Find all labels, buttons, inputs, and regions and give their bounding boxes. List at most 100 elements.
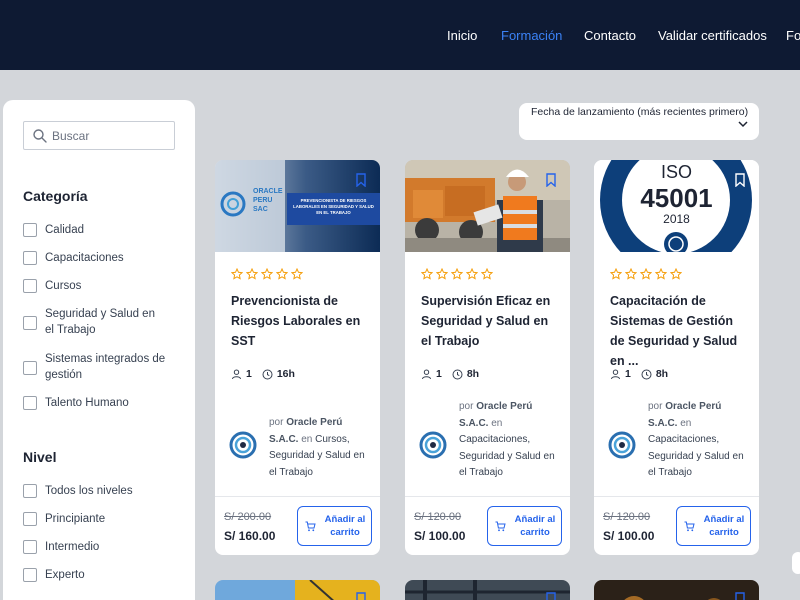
- course-card-partial[interactable]: [215, 580, 380, 600]
- category-sistemas-integrados[interactable]: Sistemas integrados de gestión: [23, 351, 183, 383]
- course-author-info: por Oracle Perú S.A.C. en Capacitaciones…: [459, 399, 559, 482]
- bookmark-icon[interactable]: [545, 173, 557, 187]
- star-icon: [640, 268, 652, 280]
- level-intermedio[interactable]: Intermedio: [23, 539, 183, 555]
- sort-select[interactable]: Fecha de lanzamiento (más recientes prim…: [519, 103, 759, 140]
- author-prefix: por: [459, 401, 474, 412]
- bookmark-icon[interactable]: [355, 173, 367, 187]
- add-to-cart-label: Añadir al carrito: [514, 514, 556, 538]
- star-icon: [610, 268, 622, 280]
- checkbox-label: Capacitaciones: [45, 252, 124, 264]
- add-to-cart-button[interactable]: Añadir al carrito: [676, 506, 751, 546]
- checkbox[interactable]: [23, 396, 37, 410]
- price-old: S/ 120.00: [414, 511, 462, 523]
- cart-icon: [684, 521, 695, 532]
- divider: [594, 496, 759, 497]
- bookmark-icon[interactable]: [734, 592, 746, 600]
- bookmark-icon[interactable]: [355, 592, 367, 600]
- duration: 16h: [276, 368, 295, 380]
- nav-validar-certificados[interactable]: Validar certificados: [658, 28, 767, 43]
- checkbox[interactable]: [23, 251, 37, 265]
- add-to-cart-button[interactable]: Añadir al carrito: [487, 506, 562, 546]
- in-word: en: [301, 433, 313, 445]
- checkbox[interactable]: [23, 279, 37, 293]
- course-card-partial[interactable]: [594, 580, 759, 600]
- level-title: Nivel: [23, 449, 57, 465]
- add-to-cart-button[interactable]: Añadir al carrito: [297, 506, 372, 546]
- rating-stars: [421, 268, 493, 280]
- nav-item-partial[interactable]: Fo: [786, 28, 800, 43]
- top-header: Inicio Formación Contacto Validar certif…: [0, 0, 800, 70]
- category-calidad[interactable]: Calidad: [23, 222, 183, 238]
- course-title[interactable]: Supervisión Eficaz en Seguridad y Salud …: [421, 291, 561, 351]
- star-icon: [246, 268, 258, 280]
- checkbox[interactable]: [23, 223, 37, 237]
- checkbox[interactable]: [23, 512, 37, 526]
- course-card[interactable]: Supervisión Eficaz en Seguridad y Salud …: [405, 160, 570, 555]
- filter-sidebar: Categoría Calidad Capacitaciones Cursos …: [3, 100, 195, 600]
- cart-icon: [305, 521, 316, 532]
- category-capacitaciones[interactable]: Capacitaciones: [23, 250, 183, 266]
- banner-brand-line2: PERU: [253, 197, 273, 204]
- org-logo-icon: [608, 431, 636, 459]
- star-icon: [231, 268, 243, 280]
- level-todos[interactable]: Todos los niveles: [23, 483, 183, 499]
- checkbox-label: Principiante: [45, 513, 106, 525]
- category-talento-humano[interactable]: Talento Humano: [23, 395, 183, 411]
- floating-side-button[interactable]: [792, 552, 800, 574]
- author-prefix: por: [269, 417, 284, 428]
- duration: 8h: [655, 368, 669, 380]
- star-icon: [276, 268, 288, 280]
- iso-badge-line2: 45001: [640, 183, 713, 213]
- category-seguridad-salud[interactable]: Seguridad y Salud en el Trabajo: [23, 306, 183, 338]
- price-new: S/ 100.00: [603, 529, 655, 543]
- category-cursos[interactable]: Cursos: [23, 278, 183, 294]
- user-icon: [232, 369, 241, 379]
- course-author-info: por Oracle Perú S.A.C. en Cursos, Seguri…: [269, 415, 369, 481]
- course-thumbnail[interactable]: ISO 45001 2018: [594, 160, 759, 252]
- nav-contacto[interactable]: Contacto: [584, 28, 636, 43]
- students-count: 1: [436, 368, 442, 380]
- checkbox[interactable]: [23, 568, 37, 582]
- checkbox-label: Talento Humano: [45, 397, 129, 409]
- bookmark-icon[interactable]: [545, 592, 557, 600]
- level-experto[interactable]: Experto: [23, 567, 183, 583]
- checkbox[interactable]: [23, 484, 37, 498]
- star-icon: [291, 268, 303, 280]
- course-card-partial[interactable]: [405, 580, 570, 600]
- course-card[interactable]: ISO 45001 2018 Capacitación de Sistemas …: [594, 160, 759, 555]
- duration: 8h: [466, 368, 480, 380]
- rating-stars: [231, 268, 303, 280]
- star-icon: [670, 268, 682, 280]
- add-to-cart-label: Añadir al carrito: [703, 514, 745, 538]
- star-icon: [421, 268, 433, 280]
- checkbox[interactable]: [23, 315, 37, 330]
- nav-formacion[interactable]: Formación: [501, 28, 562, 43]
- nav-inicio[interactable]: Inicio: [447, 28, 477, 43]
- search-input[interactable]: [52, 126, 170, 146]
- price-new: S/ 100.00: [414, 529, 466, 543]
- iso-badge-line3: 2018: [663, 212, 690, 226]
- course-title[interactable]: Prevencionista de Riesgos Laborales en S…: [231, 291, 371, 351]
- students-count: 1: [246, 368, 252, 380]
- clock-icon: [262, 369, 273, 379]
- checkbox-label: Intermedio: [45, 541, 100, 553]
- course-thumbnail[interactable]: ORACLE PERU SAC PREVENCIONISTA DE RIESGO…: [215, 160, 380, 252]
- course-categories[interactable]: Capacitaciones, Seguridad y Salud en el …: [648, 434, 744, 478]
- course-categories[interactable]: Capacitaciones, Seguridad y Salud en el …: [459, 434, 555, 478]
- checkbox[interactable]: [23, 360, 37, 375]
- divider: [215, 496, 380, 497]
- user-icon: [422, 369, 431, 379]
- course-meta: 1 8h: [610, 368, 668, 380]
- checkbox-label: Todos los niveles: [45, 485, 133, 497]
- search-box: [23, 121, 175, 150]
- banner-brand-line3: SAC: [253, 206, 268, 213]
- bookmark-icon[interactable]: [734, 173, 746, 187]
- checkbox-label: Seguridad y Salud en el Trabajo: [45, 308, 155, 336]
- course-thumbnail[interactable]: [405, 160, 570, 252]
- course-title[interactable]: Capacitación de Sistemas de Gestión de S…: [610, 291, 750, 371]
- checkbox[interactable]: [23, 540, 37, 554]
- course-card[interactable]: ORACLE PERU SAC PREVENCIONISTA DE RIESGO…: [215, 160, 380, 555]
- add-to-cart-label: Añadir al carrito: [324, 514, 366, 538]
- level-principiante[interactable]: Principiante: [23, 511, 183, 527]
